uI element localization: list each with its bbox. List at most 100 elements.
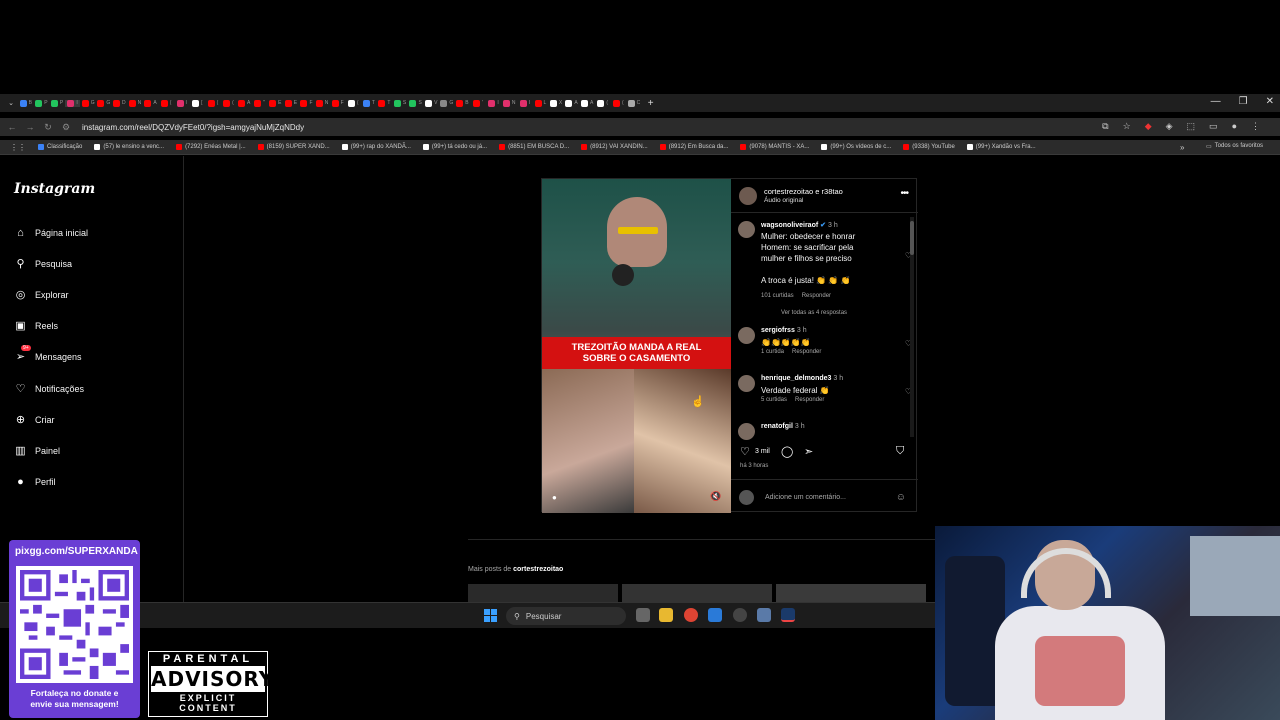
browser-tab[interactable]: T (377, 99, 393, 107)
sidebar-item-plus[interactable]: ⊕ Criar (14, 413, 55, 426)
site-info-icon[interactable]: ⚙ (60, 122, 72, 133)
steam-icon[interactable] (781, 608, 795, 622)
browser-tab[interactable]: [ (190, 99, 206, 107)
extensions-icon[interactable]: ⬚ (1187, 121, 1196, 132)
bookmark-item[interactable]: (99+) tá cedo ou já... (422, 144, 487, 150)
back-icon[interactable]: ← (6, 122, 18, 132)
bookmark-item[interactable]: (57) le ensino a venc... (94, 144, 164, 150)
taskbar-search[interactable]: ⚲ Pesquisar (506, 607, 626, 625)
likes-count[interactable]: 3 mil (755, 448, 770, 455)
browser-tab[interactable]: ( (611, 99, 627, 107)
reply-button[interactable]: Responder (792, 349, 821, 355)
reply-button[interactable]: Responder (795, 397, 824, 403)
browser-tab[interactable]: I (517, 99, 533, 107)
browser-tab[interactable]: F (299, 99, 315, 107)
browser-tab[interactable]: B (18, 99, 34, 107)
post-authors[interactable]: cortestrezoitao e r38tao (764, 187, 843, 196)
comment-icon[interactable]: ◯ (781, 445, 793, 458)
sidebar-item-heart[interactable]: ♡ Notificações (14, 382, 84, 395)
browser-tab[interactable]: F (330, 99, 346, 107)
browser-tab[interactable]: C (626, 99, 642, 107)
commenter-username[interactable]: wagsonoliveiraof ✔ 3 h (761, 221, 838, 229)
app-icon[interactable] (708, 608, 722, 622)
sidebar-item-compass[interactable]: ◎ Explorar (14, 288, 69, 301)
settings-icon[interactable] (757, 608, 771, 622)
menu-icon[interactable]: ⋮ (1251, 121, 1260, 132)
comment-input[interactable]: Adicione um comentário... (765, 494, 846, 501)
bookmark-item[interactable]: (7292) Enéas Metal |... (176, 144, 246, 150)
mute-icon[interactable]: 🔇 (710, 491, 721, 502)
browser-tab[interactable]: ( (221, 99, 237, 107)
sidebar-item-profile[interactable]: ● Perfil (14, 475, 55, 488)
browser-tab[interactable]: E (268, 99, 284, 107)
commenter-avatar[interactable] (738, 375, 755, 392)
url-field[interactable]: instagram.com/reel/DQZVdyFEet0/?igsh=amg… (82, 123, 304, 132)
comments-scrollbar[interactable] (910, 217, 914, 437)
browser-tab[interactable]: P (49, 99, 65, 107)
more-post-thumb[interactable] (468, 584, 618, 604)
browser-tab[interactable]: ( (595, 99, 611, 107)
bookmark-item[interactable]: (8851) EM BUSCA D... (499, 144, 569, 150)
browser-tab[interactable]: L (533, 99, 549, 107)
sidebar-item-home[interactable]: ⌂ Página inicial (14, 226, 88, 239)
file-explorer-icon[interactable] (659, 608, 673, 622)
bookmark-item[interactable]: (99+) Xandão vs Fra... (966, 144, 1036, 150)
bookmark-item[interactable]: (99+) Os vídeos de c... (821, 144, 891, 150)
extension-red-icon[interactable]: ◆ (1145, 121, 1152, 132)
like-heart-icon[interactable]: ♡ (740, 445, 750, 458)
browser-tab[interactable]: A (564, 99, 580, 107)
browser-tab[interactable]: B (455, 99, 471, 107)
browser-tab[interactable]: ( (158, 99, 174, 107)
browser-tab[interactable]: X (548, 99, 564, 107)
sidepanel-icon[interactable]: ▭ (1209, 121, 1218, 132)
reel-video[interactable]: TREZOITÃO MANDA A REAL SOBRE O CASAMENTO… (542, 179, 731, 513)
bookmark-item[interactable]: (8159) SUPER XAND... (257, 144, 330, 150)
more-post-thumb[interactable] (622, 584, 772, 604)
bookmark-item[interactable]: (8912) VAI XANDIN... (581, 144, 648, 150)
commenter-username[interactable]: sergiofrss 3 h (761, 327, 807, 334)
browser-tab[interactable]: A (236, 99, 252, 107)
browser-tab[interactable]: P (34, 99, 50, 107)
browser-tab[interactable]: N (314, 99, 330, 107)
reply-button[interactable]: Responder (802, 293, 831, 299)
browser-tab[interactable]: G (439, 99, 455, 107)
more-options-icon[interactable]: ••• (900, 188, 908, 199)
comment-likes[interactable]: 101 curtidas (761, 293, 794, 299)
forward-icon[interactable]: → (24, 122, 36, 132)
commenter-username[interactable]: renatofgil 3 h (761, 423, 805, 430)
app-icon[interactable] (733, 608, 747, 622)
maximize-icon[interactable]: ❐ (1239, 96, 1248, 107)
view-replies-button[interactable]: Ver todas as 4 respostas (781, 310, 847, 316)
browser-tab[interactable]: A (143, 99, 159, 107)
minimize-icon[interactable]: — (1211, 96, 1221, 107)
tab-search-icon[interactable]: ⌄ (4, 99, 18, 107)
comment-likes[interactable]: 5 curtidas (761, 397, 787, 403)
commenter-avatar[interactable] (738, 327, 755, 344)
browser-tab[interactable]: ' (470, 99, 486, 107)
bookmark-item[interactable]: Classificação (38, 144, 82, 150)
install-app-icon[interactable]: ⧉ (1102, 121, 1108, 132)
new-tab-icon[interactable]: + (648, 98, 654, 109)
start-button[interactable] (484, 609, 497, 622)
commenter-username[interactable]: henrique_delmonde3 3 h (761, 375, 843, 382)
tagged-users-icon[interactable]: ● (552, 493, 557, 502)
commenter-avatar[interactable] (738, 423, 755, 440)
bookmark-item[interactable]: (9338) YouTube (903, 144, 955, 150)
bookmark-item[interactable]: (99+) rap do XANDÃ... (341, 144, 411, 150)
browser-tab[interactable]: A (579, 99, 595, 107)
commenter-avatar[interactable] (738, 221, 755, 238)
more-post-thumb[interactable] (776, 584, 926, 604)
browser-tab[interactable]: D (112, 99, 128, 107)
browser-tab[interactable]: E (283, 99, 299, 107)
save-bookmark-icon[interactable]: ⛉ (896, 445, 904, 458)
browser-tab[interactable]: V (423, 99, 439, 107)
profile-avatar-icon[interactable]: ● (1232, 121, 1237, 132)
sidebar-item-search[interactable]: ⚲ Pesquisa (14, 257, 72, 270)
emoji-icon[interactable]: ☺ (896, 492, 906, 503)
sidebar-item-dashboard[interactable]: ▥ Painel (14, 444, 60, 457)
audio-label[interactable]: Áudio original (764, 197, 803, 204)
all-favorites-folder[interactable]: ▭ Todos os favoritos (1206, 143, 1263, 150)
bookmark-item[interactable]: (9078) MANTIS - XA... (740, 144, 809, 150)
author-avatar[interactable] (739, 187, 757, 205)
browser-tab[interactable]: G (80, 99, 96, 107)
